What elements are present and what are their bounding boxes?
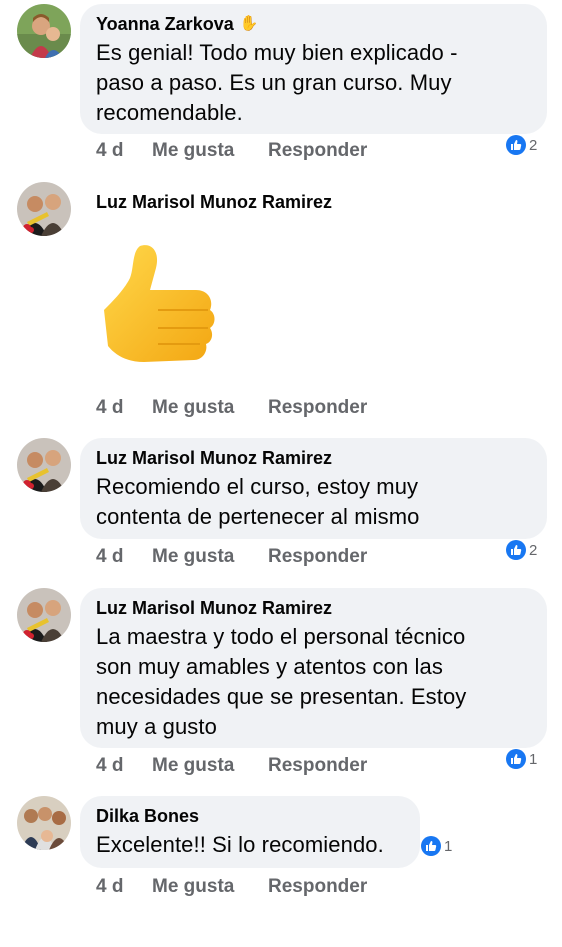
comment-text-line: Es genial! Todo muy bien explicado - xyxy=(96,40,458,65)
reaction-count-text: 1 xyxy=(529,750,538,768)
comment-actions: 4 d Me gusta Responder xyxy=(96,140,367,162)
avatar[interactable] xyxy=(17,438,71,492)
author-name[interactable]: Yoanna Zarkova xyxy=(96,13,234,35)
timestamp[interactable]: 4 d xyxy=(96,755,152,777)
comment-author-row: Yoanna Zarkova ✋ xyxy=(96,13,531,35)
comment-text: Excelente!! Si lo recomiendo. xyxy=(96,830,404,860)
comment-bubble: Luz Marisol Munoz Ramirez La maestra y t… xyxy=(80,588,547,748)
timestamp[interactable]: 4 d xyxy=(96,546,152,568)
reply-button[interactable]: Responder xyxy=(268,876,367,898)
author-name[interactable]: Luz Marisol Munoz Ramirez xyxy=(96,597,531,619)
comment-text: Es genial! Todo muy bien explicado - pas… xyxy=(96,38,531,128)
reply-button[interactable]: Responder xyxy=(268,755,367,777)
reply-button[interactable]: Responder xyxy=(268,397,367,419)
like-reaction-icon xyxy=(421,836,441,856)
comment-text-line: paso a paso. Es un gran curso. Muy xyxy=(96,70,452,95)
comment-text-line: La maestra y todo el personal técnico xyxy=(96,624,466,649)
author-name[interactable]: Dilka Bones xyxy=(96,805,404,827)
reply-button[interactable]: Responder xyxy=(268,546,367,568)
comment-text-line: son muy amables y atentos con las xyxy=(96,654,443,679)
reaction-count[interactable]: 2 xyxy=(505,539,541,561)
timestamp[interactable]: 4 d xyxy=(96,876,152,898)
author-name[interactable]: Luz Marisol Munoz Ramirez xyxy=(96,447,531,469)
reaction-count-text: 2 xyxy=(529,541,538,559)
comment-actions: 4 d Me gusta Responder xyxy=(96,546,367,568)
comment-text: La maestra y todo el personal técnico so… xyxy=(96,622,531,742)
like-reaction-icon xyxy=(506,540,526,560)
avatar[interactable] xyxy=(17,796,71,850)
avatar[interactable] xyxy=(17,4,71,58)
reaction-count[interactable]: 1 xyxy=(505,748,541,770)
thumbs-up-sticker xyxy=(100,238,224,381)
like-button[interactable]: Me gusta xyxy=(152,397,268,419)
reply-button[interactable]: Responder xyxy=(268,140,367,162)
comment-text: Recomiendo el curso, estoy muy contenta … xyxy=(96,472,531,532)
comment-text-line: Recomiendo el curso, estoy muy xyxy=(96,474,419,499)
like-button[interactable]: Me gusta xyxy=(152,755,268,777)
like-button[interactable]: Me gusta xyxy=(152,140,268,162)
like-reaction-icon xyxy=(506,749,526,769)
comment-text-line: necesidades que se presentan. Estoy xyxy=(96,684,467,709)
comment-actions: 4 d Me gusta Responder xyxy=(96,876,367,898)
comment-text-line: contenta de pertenecer al mismo xyxy=(96,504,420,529)
comment-actions: 4 d Me gusta Responder xyxy=(96,397,367,419)
comment-text-line: Excelente!! Si lo recomiendo. xyxy=(96,832,384,857)
timestamp[interactable]: 4 d xyxy=(96,397,152,419)
timestamp[interactable]: 4 d xyxy=(96,140,152,162)
comment-bubble: Luz Marisol Munoz Ramirez Recomiendo el … xyxy=(80,438,547,539)
like-button[interactable]: Me gusta xyxy=(152,546,268,568)
avatar[interactable] xyxy=(17,182,71,236)
comment-bubble: Yoanna Zarkova ✋ Es genial! Todo muy bie… xyxy=(80,4,547,134)
reaction-count[interactable]: 1 xyxy=(420,835,456,857)
comment-actions: 4 d Me gusta Responder xyxy=(96,755,367,777)
reaction-count-text: 2 xyxy=(529,136,538,154)
author-name[interactable]: Luz Marisol Munoz Ramirez xyxy=(96,191,332,213)
like-reaction-icon xyxy=(506,135,526,155)
comment-bubble: Dilka Bones Excelente!! Si lo recomiendo… xyxy=(80,796,420,868)
avatar[interactable] xyxy=(17,588,71,642)
reaction-count-text: 1 xyxy=(444,837,453,855)
wave-hand-icon: ✋ xyxy=(239,15,259,32)
like-button[interactable]: Me gusta xyxy=(152,876,268,898)
comment-text-line: muy a gusto xyxy=(96,714,217,739)
comment-text-line: recomendable. xyxy=(96,100,243,125)
reaction-count[interactable]: 2 xyxy=(505,134,541,156)
